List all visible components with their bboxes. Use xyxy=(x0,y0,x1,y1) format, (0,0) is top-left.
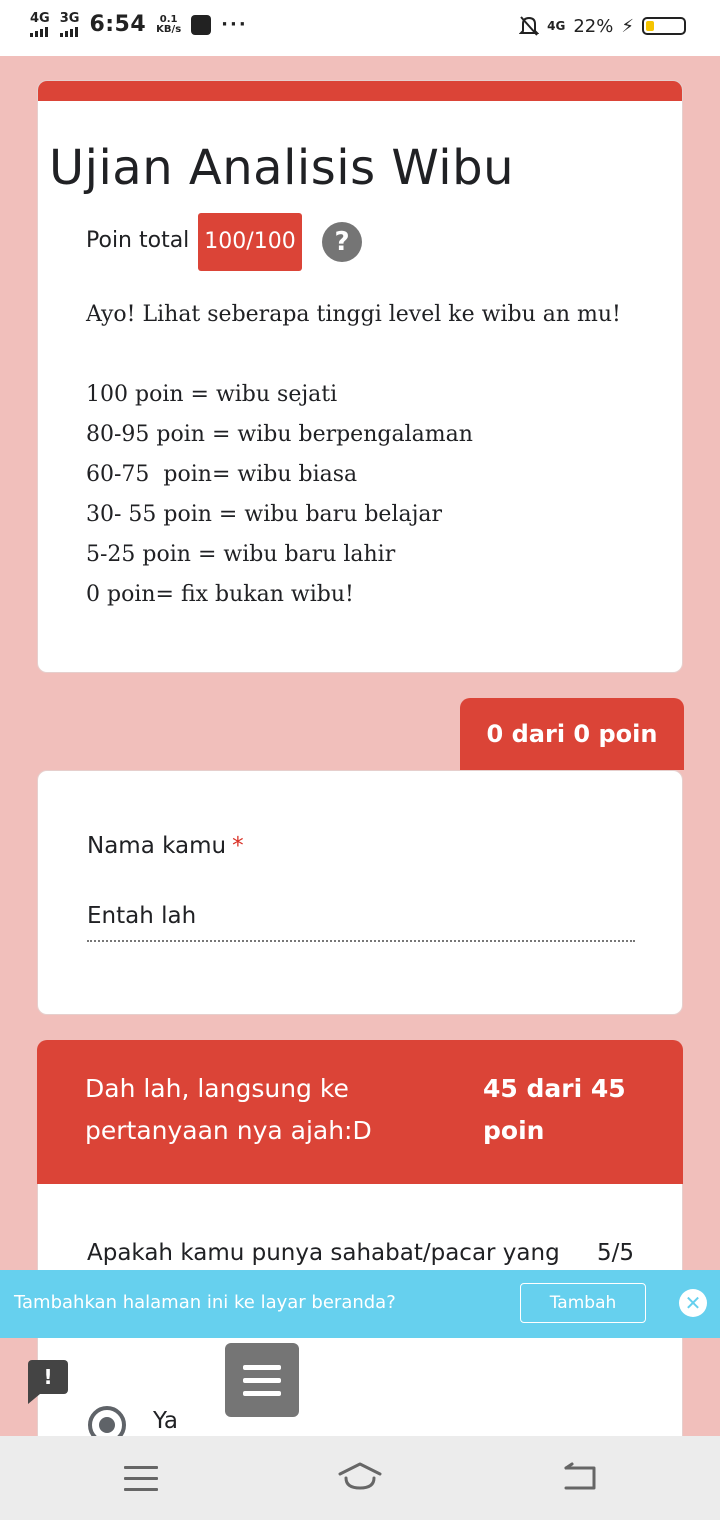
battery-icon xyxy=(642,17,686,35)
mute-bell-icon xyxy=(519,16,540,36)
close-icon[interactable]: ✕ xyxy=(679,1289,707,1317)
back-icon[interactable] xyxy=(560,1462,600,1494)
question-text: Apakah kamu punya sahabat/pacar yang xyxy=(87,1240,560,1266)
battery-percent: 22% xyxy=(573,15,614,37)
clock: 6:54 xyxy=(89,12,147,37)
question-score: 5/5 xyxy=(596,1240,634,1266)
header-accent-bar xyxy=(38,81,682,101)
answer-text: Entah lah xyxy=(87,903,197,929)
banner-message: Tambahkan halaman ini ke layar beranda? xyxy=(14,1292,396,1313)
menu-button[interactable] xyxy=(225,1343,299,1417)
section-score-badge: 0 dari 0 poin xyxy=(460,698,684,770)
section-header: Dah lah, langsung ke pertanyaan nya ajah… xyxy=(37,1040,683,1184)
menu-icon xyxy=(243,1365,281,1370)
add-to-home-banner: Tambahkan halaman ini ke layar beranda? … xyxy=(0,1270,720,1338)
shopping-bag-icon xyxy=(191,14,212,35)
question-text: Nama kamu xyxy=(87,833,227,859)
required-asterisk: * xyxy=(232,833,244,859)
charging-icon: ⚡ xyxy=(621,15,634,37)
network-speed: 0.1 KB/s xyxy=(156,13,182,35)
points-total-badge: 100/100 xyxy=(198,213,302,271)
recent-apps-icon[interactable] xyxy=(124,1466,158,1499)
section-score: 45 dari 45 poin xyxy=(483,1074,626,1145)
help-icon[interactable]: ? xyxy=(322,222,362,262)
points-total-label: Poin total xyxy=(86,228,190,253)
add-button[interactable]: Tambah xyxy=(520,1283,646,1323)
system-nav-bar xyxy=(0,1436,720,1520)
question-title: Nama kamu * xyxy=(87,833,244,859)
home-icon[interactable] xyxy=(336,1458,384,1494)
answer-underline xyxy=(87,940,635,942)
network-4g-icon: 4G xyxy=(547,19,566,33)
form-description: Ayo! Lihat seberapa tinggi level ke wibu… xyxy=(86,302,621,607)
form-title: Ujian Analisis Wibu xyxy=(49,140,514,196)
more-notifications-icon: ··· xyxy=(221,14,248,35)
signal-4g-icon: 4G xyxy=(30,12,50,37)
signal-3g-icon: 3G xyxy=(59,12,79,37)
section-title: Dah lah, langsung ke pertanyaan nya ajah… xyxy=(85,1074,372,1145)
feedback-flag-icon[interactable]: ! xyxy=(28,1360,68,1404)
radio-option-label: Ya xyxy=(153,1408,178,1434)
status-bar: 4G 3G 6:54 0.1 KB/s ··· 4G 22% ⚡ xyxy=(0,0,720,56)
question-card-name: Nama kamu * Entah lah xyxy=(37,770,683,1015)
